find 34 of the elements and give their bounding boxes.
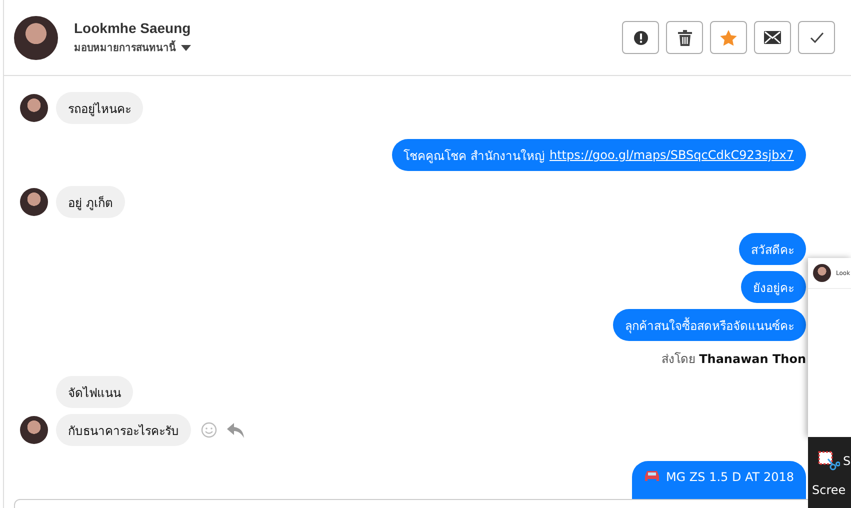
message-bubble: อยู่ ภูเก็ต: [56, 186, 125, 218]
done-button[interactable]: [798, 21, 835, 54]
contact-name: Lookmhe Saeung: [74, 20, 191, 36]
avatar-placeholder: [813, 264, 831, 282]
trash-icon: [678, 30, 692, 46]
menu-item[interactable]: S: [843, 454, 851, 468]
message-bubble: รถอยู่ไหนคะ: [56, 92, 143, 124]
car-title: MG ZS 1.5 D AT 2018: [666, 470, 794, 484]
reply-icon[interactable]: [227, 422, 244, 438]
avatar-placeholder: [14, 16, 58, 60]
avatar-placeholder: [20, 416, 48, 444]
map-link[interactable]: https://goo.gl/maps/SBSqcCdkC923sjbx7: [549, 148, 794, 162]
message-bubble: สวัสดีคะ: [739, 233, 806, 265]
caret-icon: [181, 44, 191, 50]
snipping-tool-icon: [818, 451, 840, 471]
checkmark-icon: [810, 32, 824, 43]
delete-button[interactable]: [666, 21, 703, 54]
star-icon: [720, 30, 737, 46]
mail-button[interactable]: [754, 21, 791, 54]
avatar-placeholder: [20, 94, 48, 122]
star-button[interactable]: [710, 21, 747, 54]
alert-icon: [632, 30, 648, 46]
assign-dropdown[interactable]: มอบหมายการสนทนานี้: [74, 40, 191, 55]
message-bubble: โชคคูณโชค สำนักงานใหญ่ https://goo.gl/maps/SBSqcCdkC923sjbx7: [392, 139, 806, 171]
report-button[interactable]: [622, 21, 659, 54]
message-bubble: กับธนาคารอะไรคะรับ: [56, 414, 191, 446]
envelope-icon: [764, 31, 781, 44]
message-bubble: จัดไฟแนน: [56, 376, 133, 408]
sender-note: ส่งโดย Thanawan Thon: [661, 351, 806, 368]
app-label: Scree: [812, 483, 847, 497]
message-bubble: ลุกค้าสนใจซื้อสดหรือจัดแนนซ์คะ: [613, 309, 806, 341]
message-bubble: ยังอยู่คะ: [741, 271, 806, 303]
avatar-placeholder: [20, 188, 48, 216]
car-icon: [644, 470, 660, 482]
